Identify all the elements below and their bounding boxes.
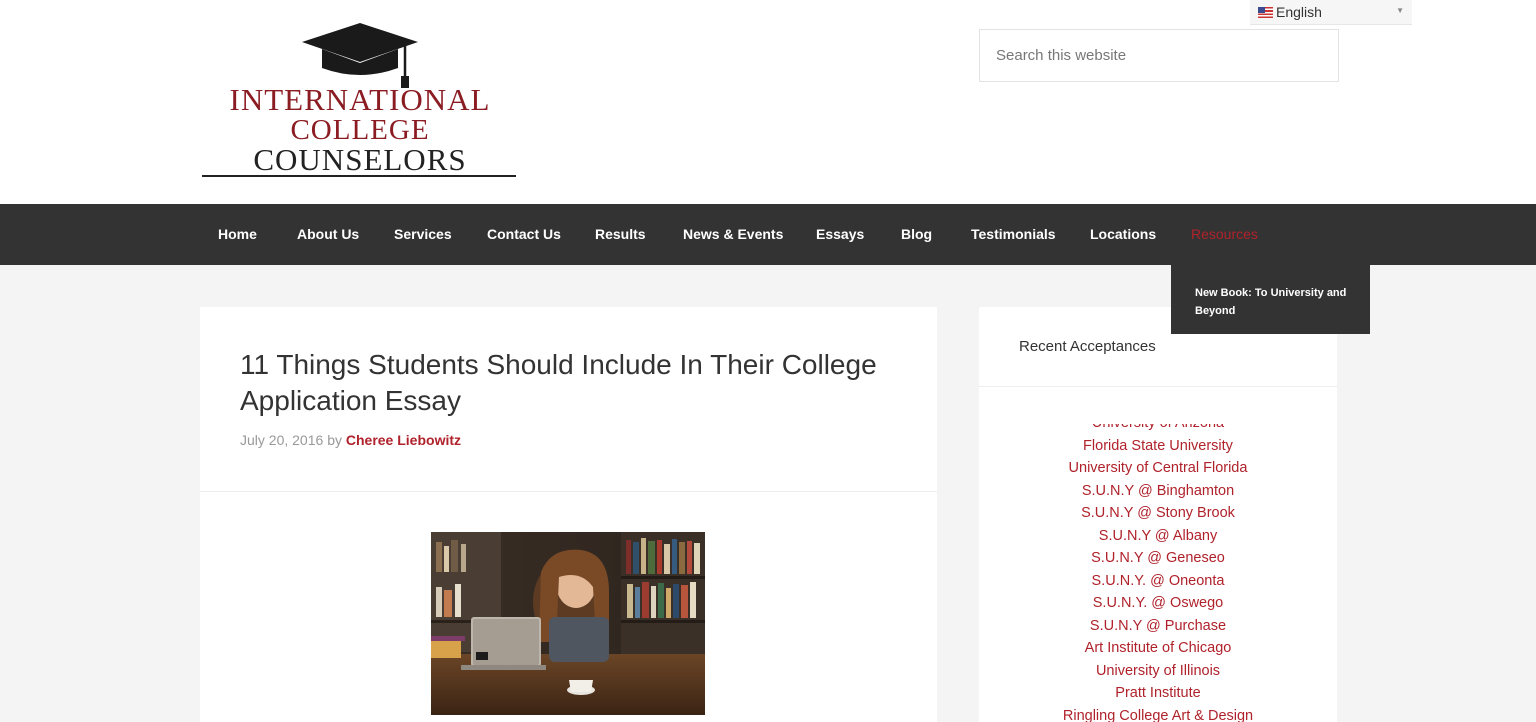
list-item[interactable]: Art Institute of Chicago bbox=[979, 637, 1337, 660]
site-header: INTERNATIONAL COLLEGE COUNSELORS English… bbox=[0, 0, 1536, 204]
logo-text-counselors: COUNSELORS bbox=[253, 142, 467, 177]
search-input[interactable] bbox=[979, 29, 1339, 82]
nav-blog[interactable]: Blog bbox=[901, 204, 932, 265]
list-item[interactable]: Pratt Institute bbox=[979, 682, 1337, 705]
sidebar-widget: Recent Acceptances University of Arizona… bbox=[979, 307, 1337, 722]
divider bbox=[979, 386, 1337, 387]
list-item[interactable]: S.U.N.Y @ Geneseo bbox=[979, 547, 1337, 570]
acceptances-list[interactable]: University of Arizona Florida State Univ… bbox=[979, 424, 1337, 722]
list-item[interactable]: University of Arizona bbox=[979, 424, 1337, 435]
list-item[interactable]: S.U.N.Y @ Stony Brook bbox=[979, 502, 1337, 525]
nav-essays[interactable]: Essays bbox=[816, 204, 864, 265]
post-byline: July 20, 2016 by Cheree Liebowitz bbox=[240, 432, 461, 448]
list-item[interactable]: Florida State University bbox=[979, 435, 1337, 458]
list-item[interactable]: S.U.N.Y. @ Oswego bbox=[979, 592, 1337, 615]
nav-testimonials[interactable]: Testimonials bbox=[971, 204, 1056, 265]
nav-results[interactable]: Results bbox=[595, 204, 646, 265]
nav-services[interactable]: Services bbox=[394, 204, 452, 265]
nav-home[interactable]: Home bbox=[218, 204, 257, 265]
list-item[interactable]: S.U.N.Y @ Binghamton bbox=[979, 480, 1337, 503]
list-item[interactable]: Ringling College Art & Design bbox=[979, 705, 1337, 722]
site-logo[interactable]: INTERNATIONAL COLLEGE COUNSELORS bbox=[200, 20, 520, 182]
post-featured-image bbox=[431, 532, 705, 715]
nav-news-events[interactable]: News & Events bbox=[683, 204, 783, 265]
us-flag-icon bbox=[1258, 7, 1273, 18]
post-by-label: by bbox=[327, 432, 342, 448]
logo-text-international: INTERNATIONAL bbox=[229, 82, 491, 117]
nav-resources[interactable]: Resources bbox=[1191, 204, 1258, 265]
submenu-item-new-book[interactable]: New Book: To University and Beyond bbox=[1171, 265, 1370, 334]
list-item[interactable]: University of Illinois bbox=[979, 660, 1337, 683]
list-item[interactable]: S.U.N.Y @ Purchase bbox=[979, 615, 1337, 638]
logo-underline bbox=[202, 175, 516, 177]
list-item[interactable]: S.U.N.Y @ Albany bbox=[979, 525, 1337, 548]
nav-contact-us[interactable]: Contact Us bbox=[487, 204, 561, 265]
post-author-link[interactable]: Cheree Liebowitz bbox=[346, 432, 461, 448]
widget-title: Recent Acceptances bbox=[1019, 338, 1156, 355]
main-nav: Home About Us Services Contact Us Result… bbox=[0, 204, 1536, 265]
divider bbox=[200, 491, 937, 492]
post-article: 11 Things Students Should Include In The… bbox=[200, 307, 937, 722]
list-item[interactable]: S.U.N.Y. @ Oneonta bbox=[979, 570, 1337, 593]
graduation-cap-icon bbox=[302, 23, 418, 88]
post-date: July 20, 2016 bbox=[240, 432, 324, 448]
nav-locations[interactable]: Locations bbox=[1090, 204, 1156, 265]
language-selector[interactable]: English ▼ bbox=[1250, 0, 1412, 25]
language-label: English bbox=[1276, 4, 1322, 20]
nav-about-us[interactable]: About Us bbox=[297, 204, 359, 265]
list-item[interactable]: University of Central Florida bbox=[979, 457, 1337, 480]
chevron-down-icon: ▼ bbox=[1396, 6, 1404, 15]
post-title: 11 Things Students Should Include In The… bbox=[240, 349, 877, 416]
logo-text-college: COLLEGE bbox=[290, 114, 430, 146]
